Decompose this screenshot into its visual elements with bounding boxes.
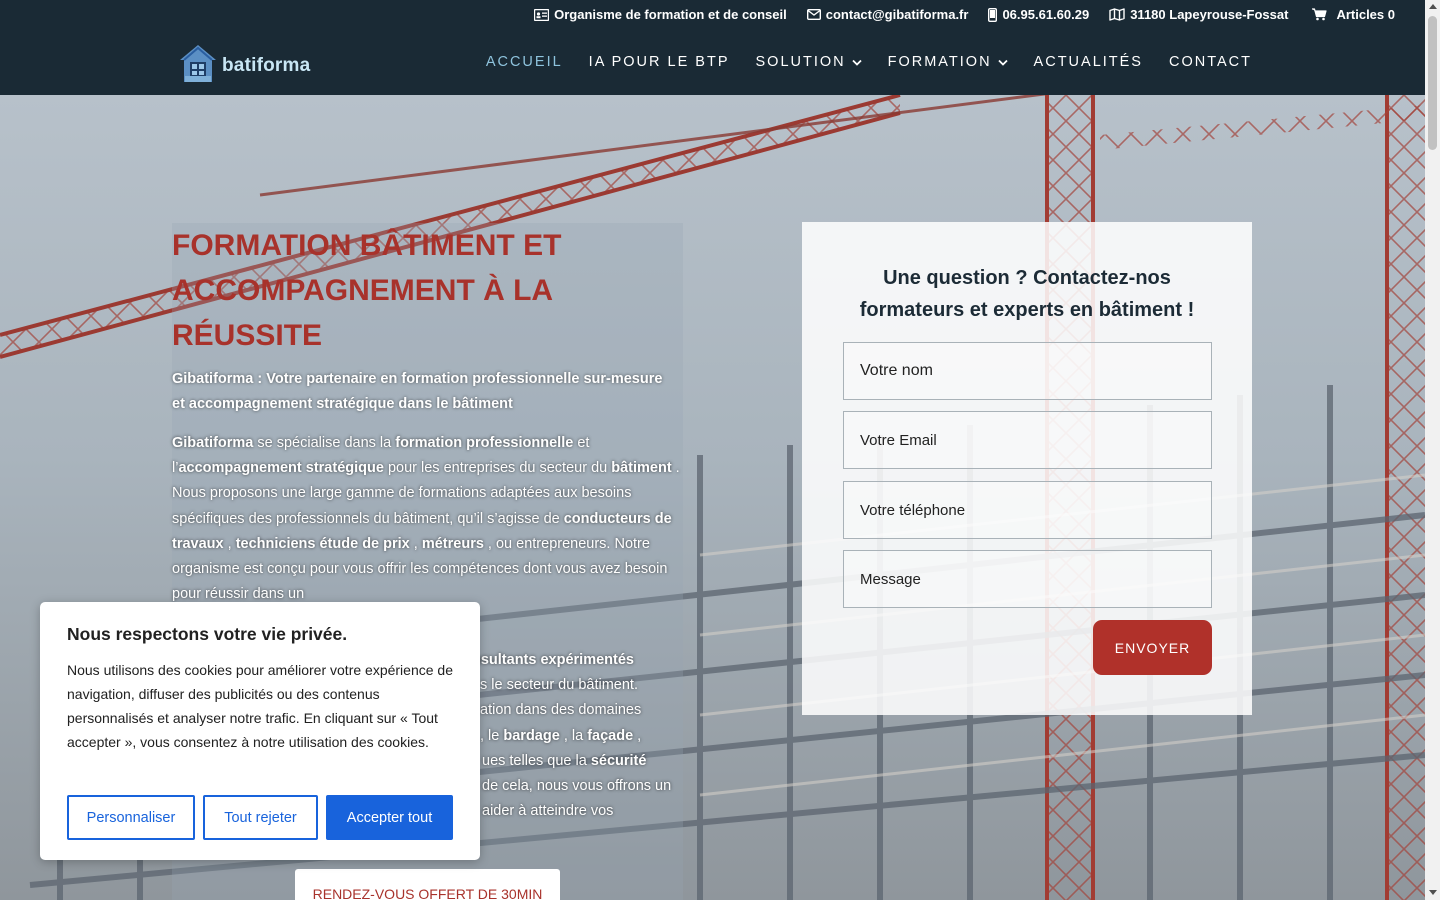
scroll-up-arrow-icon[interactable] — [1429, 4, 1437, 9]
free-appointment-button[interactable]: RENDEZ-VOUS OFFERT DE 30MIN — [295, 869, 560, 900]
para-text: pour les entreprises du secteur du — [383, 460, 612, 477]
scrollbar-thumb[interactable] — [1428, 16, 1437, 150]
send-button[interactable]: ENVOYER — [1093, 620, 1212, 675]
nav-item-label: ACCUEIL — [485, 54, 563, 70]
hero-paragraph: Gibatiforma se spécialise dans la format… — [172, 431, 682, 607]
chevron-down-icon — [851, 54, 862, 70]
para-text: s le secteur du bâtiment. — [480, 677, 638, 694]
para-bold: bâtiment — [611, 460, 672, 477]
top-info-phone-text: 06.95.61.60.29 — [1002, 7, 1090, 22]
site-header: Organisme de formation et de conseil con… — [0, 0, 1440, 95]
top-info-address-text: 31180 Lapeyrouse-Fossat — [1130, 7, 1289, 22]
scroll-down-arrow-icon[interactable] — [1429, 890, 1437, 895]
nav-item-ia-pour-le-btp[interactable]: IA POUR LE BTP — [589, 54, 730, 70]
cookie-consent-banner: Nous respectons votre vie privée. Nous u… — [40, 602, 480, 860]
para-bold: Gibatiforma — [172, 435, 254, 451]
para-text: ation dans des domaines — [480, 702, 642, 719]
cart-icon — [1312, 8, 1328, 21]
para-text: de cela, nous vous offrons un — [482, 778, 672, 795]
top-info-organisme: Organisme de formation et de conseil — [534, 7, 787, 22]
page-scrollbar[interactable] — [1425, 0, 1440, 900]
cookie-text: Nous utilisons des cookies pour améliore… — [67, 662, 453, 750]
para-text: , — [409, 535, 422, 552]
site-logo[interactable]: batiforma — [178, 42, 310, 89]
para-bold: formation professionnelle — [395, 435, 574, 451]
top-info-organisme-text: Organisme de formation et de conseil — [554, 7, 787, 22]
para-bold: métreurs — [421, 535, 484, 552]
logo-house-icon — [178, 42, 220, 89]
para-bold: sécurité — [590, 752, 647, 769]
para-text: , — [223, 535, 236, 552]
para-text: , le — [480, 727, 504, 744]
chevron-down-icon — [997, 54, 1008, 70]
nav-item-contact[interactable]: CONTACT — [1169, 54, 1252, 70]
top-info-phone[interactable]: 06.95.61.60.29 — [988, 7, 1089, 22]
para-text: , — [633, 727, 642, 744]
message-field[interactable]: Message — [843, 550, 1212, 608]
top-info-email-text: contact@gibatiforma.fr — [825, 7, 969, 22]
nav-item-actualites[interactable]: ACTUALITÉS — [1034, 54, 1143, 70]
nav-item-label: IA POUR LE BTP — [588, 54, 730, 70]
para-bold: nsultants expérimentés — [472, 652, 634, 668]
id-card-icon — [534, 8, 550, 21]
cart-link[interactable]: Articles 0 — [1312, 7, 1395, 22]
contact-form: Une question ? Contactez-nos formateurs … — [802, 222, 1252, 715]
hero-lead: Gibatiforma : Votre partenaire en format… — [172, 371, 663, 412]
para-bold: bardage — [503, 727, 560, 744]
nav-item-label: CONTACT — [1168, 54, 1252, 70]
map-icon — [1109, 8, 1125, 21]
name-field[interactable]: Votre nom — [843, 342, 1212, 400]
para-bold: façade — [587, 727, 634, 744]
logo-text: batiforma — [222, 54, 311, 76]
email-field[interactable]: Votre Email — [843, 411, 1212, 469]
top-info-address: 31180 Lapeyrouse-Fossat — [1109, 7, 1288, 22]
nav-item-label: ACTUALITÉS — [1033, 54, 1143, 70]
main-nav: ACCUEIL IA POUR LE BTP SOLUTION FORMATIO… — [486, 54, 1252, 70]
para-text: ues telles que la — [482, 752, 591, 769]
customize-cookies-button[interactable]: Personnaliser — [67, 795, 195, 840]
cart-text: Articles 0 — [1336, 7, 1395, 22]
accept-all-button[interactable]: Accepter tout — [326, 795, 453, 840]
phone-icon — [988, 7, 998, 22]
nav-item-solution[interactable]: SOLUTION — [756, 54, 862, 70]
contact-form-title: Une question ? Contactez-nos formateurs … — [859, 267, 1195, 321]
para-text: se spécialise dans la — [253, 435, 396, 451]
top-info-bar: Organisme de formation et de conseil con… — [534, 7, 1395, 22]
hero-title: FORMATION BÂTIMENT ET ACCOMPAGNEMENT À L… — [172, 229, 562, 352]
para-bold: techniciens étude de prix — [235, 535, 410, 552]
para-text: , la — [559, 727, 588, 744]
nav-item-label: SOLUTION — [755, 54, 846, 70]
para-bold: accompagnement stratégique — [178, 460, 384, 477]
nav-item-label: FORMATION — [887, 54, 992, 70]
phone-field[interactable]: Votre téléphone — [843, 481, 1212, 539]
top-info-email[interactable]: contact@gibatiforma.fr — [806, 7, 969, 22]
cookie-title: Nous respectons votre vie privée. — [67, 624, 348, 644]
para-text: aider à atteindre vos — [482, 803, 614, 820]
nav-item-accueil[interactable]: ACCUEIL — [486, 54, 563, 70]
envelope-icon — [806, 9, 821, 20]
nav-item-formation[interactable]: FORMATION — [888, 54, 1008, 70]
reject-all-button[interactable]: Tout rejeter — [203, 795, 318, 840]
